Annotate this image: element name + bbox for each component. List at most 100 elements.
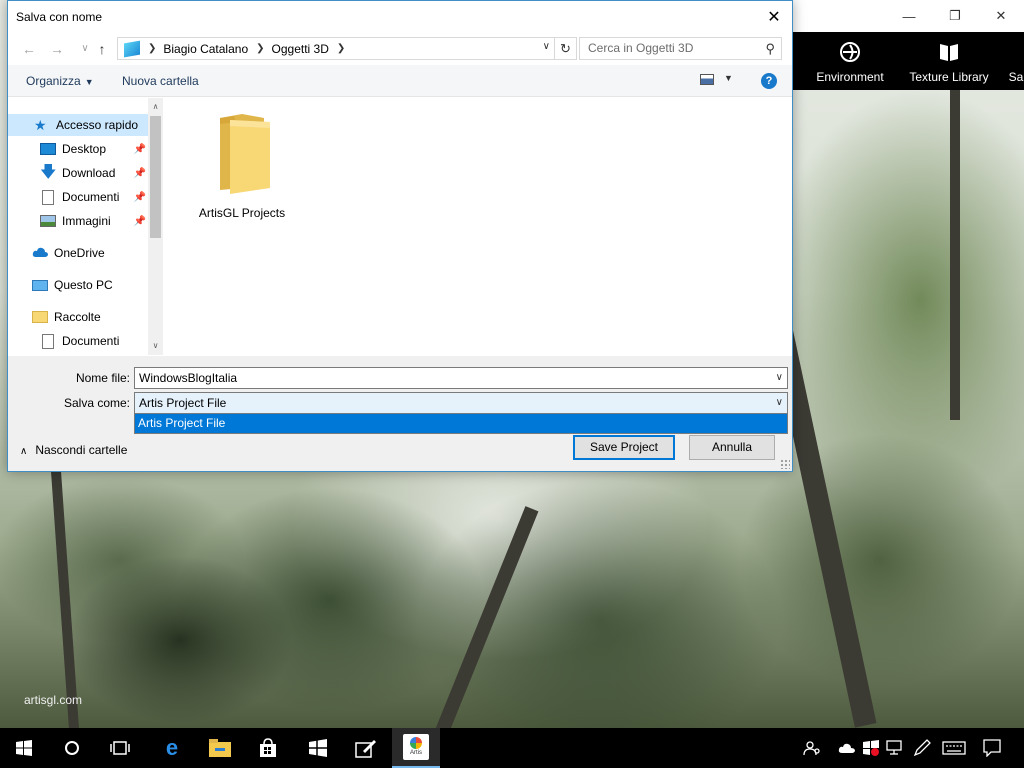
windows-tile-icon[interactable] (294, 728, 342, 768)
document-icon (42, 189, 54, 205)
image-icon (40, 215, 56, 227)
new-folder-button[interactable]: Nuova cartella (122, 74, 199, 88)
pen-note-icon[interactable] (342, 728, 390, 768)
texture-library-icon (902, 40, 996, 70)
nav-label: Immagini (62, 214, 111, 228)
nav-item-collections[interactable]: Raccolte (8, 306, 148, 328)
texture-library-label: Texture Library (909, 70, 989, 84)
nav-item-this-pc[interactable]: Questo PC (8, 274, 148, 296)
file-list[interactable]: ArtisGL Projects (164, 98, 792, 355)
hide-folders-toggle[interactable]: ∧ Nascondi cartelle (20, 443, 127, 457)
keyboard-icon[interactable] (940, 728, 968, 768)
store-icon[interactable] (244, 728, 292, 768)
scroll-down-icon[interactable]: ∨ (148, 341, 163, 350)
file-explorer-icon[interactable] (196, 728, 244, 768)
app-title-bar: — ❐ ✕ (792, 0, 1024, 32)
nav-item-download[interactable]: 🡇 Download 📌 (8, 162, 148, 184)
nav-item-images[interactable]: Immagini 📌 (8, 210, 148, 232)
library-folder-icon (32, 311, 48, 323)
cancel-button[interactable]: Annulla (689, 435, 775, 460)
address-bar[interactable]: ❯ Biagio Catalano ❯ Oggetti 3D ❯ ∨ (117, 37, 555, 60)
pin-icon[interactable]: 📌 (134, 192, 146, 203)
nav-label: Documenti (62, 334, 120, 348)
download-arrow-icon: 🡇 (40, 164, 57, 181)
search-icon: ⚲ (765, 41, 775, 56)
caret-down-icon: ▼ (84, 77, 94, 87)
minimize-icon[interactable]: — (886, 0, 932, 32)
document-icon (42, 333, 54, 349)
windows-start-icon[interactable] (0, 728, 48, 768)
nav-item-collections-documents[interactable]: Documenti (8, 330, 148, 352)
refresh-icon[interactable]: ↻ (555, 37, 577, 60)
folder-item[interactable]: ArtisGL Projects (192, 110, 292, 220)
pin-icon[interactable]: 📌 (134, 144, 146, 155)
watermark-text: artisgl.com (24, 693, 83, 707)
edge-icon[interactable]: e (148, 728, 196, 768)
nav-item-onedrive[interactable]: OneDrive (8, 242, 148, 264)
search-placeholder: Cerca in Oggetti 3D (588, 41, 694, 55)
chevron-right-icon: ❯ (336, 43, 346, 54)
dialog-title-bar[interactable]: Salva con nome ✕ (8, 1, 792, 32)
view-mode-icon[interactable] (700, 74, 714, 85)
chevron-down-icon[interactable]: ∨ (776, 393, 783, 413)
nav-item-quick-access[interactable]: ★ Accesso rapido (8, 114, 148, 136)
organize-label: Organizza (26, 74, 81, 88)
save-dialog: Salva con nome ✕ ← → ∨ ↑ ❯ Biagio Catala… (7, 0, 793, 472)
back-arrow-icon[interactable]: ← (18, 38, 40, 60)
pen-workspace-icon[interactable] (910, 728, 934, 768)
nav-scrollbar[interactable]: ∧ ∨ (148, 98, 163, 355)
environment-icon (808, 40, 892, 70)
task-view-icon[interactable] (96, 728, 144, 768)
folder-icon (214, 110, 270, 194)
savetype-label: Salva come: (63, 396, 130, 410)
desktop-icon (40, 143, 56, 155)
star-icon: ★ (34, 117, 47, 133)
restore-icon[interactable]: ❐ (932, 0, 978, 32)
up-arrow-icon[interactable]: ↑ (91, 38, 113, 60)
environment-button[interactable]: Environment (808, 32, 892, 90)
organize-button[interactable]: Organizza ▼ (26, 74, 94, 88)
artis-app-icon[interactable]: Artis (392, 728, 440, 768)
resize-grip[interactable] (780, 459, 790, 469)
app-toolbar: Environment Texture Library Sa (792, 32, 1024, 90)
breadcrumb-folder[interactable]: Oggetti 3D (272, 42, 329, 56)
nav-label: Desktop (62, 142, 107, 156)
help-icon[interactable]: ? (761, 73, 777, 89)
taskbar: e Artis (0, 728, 1024, 768)
dialog-title: Salva con nome (16, 9, 103, 24)
hide-folders-label: Nascondi cartelle (35, 443, 128, 457)
scroll-up-icon[interactable]: ∧ (148, 102, 163, 111)
search-circle-icon[interactable] (48, 728, 96, 768)
network-icon[interactable] (884, 728, 906, 768)
nav-item-documents[interactable]: Documenti 📌 (8, 186, 148, 208)
onedrive-cloud-icon[interactable] (836, 728, 858, 768)
navigation-pane: ★ Accesso rapido Desktop 📌 🡇 Download 📌 … (8, 98, 163, 355)
nav-label: OneDrive (54, 246, 105, 260)
savetype-option[interactable]: Artis Project File (134, 414, 788, 434)
scroll-thumb[interactable] (150, 116, 161, 238)
close-app-icon[interactable]: ✕ (978, 0, 1024, 32)
action-center-icon[interactable] (978, 728, 1006, 768)
onedrive-cloud-icon (32, 246, 48, 260)
3d-objects-icon (124, 40, 140, 57)
pin-icon[interactable]: 📌 (134, 168, 146, 179)
chevron-up-icon: ∧ (20, 446, 28, 457)
nav-item-desktop[interactable]: Desktop 📌 (8, 138, 148, 160)
defender-icon[interactable] (860, 728, 882, 768)
view-dropdown-icon[interactable]: ▼ (724, 73, 733, 83)
artis-logo: Artis (403, 734, 429, 760)
chevron-down-icon[interactable]: ∨ (543, 41, 550, 52)
filename-input[interactable]: WindowsBlogItalia ∨ (134, 367, 788, 389)
texture-library-button[interactable]: Texture Library (902, 32, 996, 90)
toolbar-item-partial[interactable]: Sa (1008, 32, 1024, 90)
nav-label: Accesso rapido (56, 118, 139, 132)
save-project-button[interactable]: Save Project (573, 435, 675, 460)
people-icon[interactable] (800, 728, 824, 768)
dialog-close-icon[interactable]: ✕ (756, 1, 792, 32)
breadcrumb-user[interactable]: Biagio Catalano (163, 42, 248, 56)
pin-icon[interactable]: 📌 (134, 216, 146, 227)
forward-arrow-icon[interactable]: → (46, 38, 68, 60)
search-input[interactable]: Cerca in Oggetti 3D ⚲ (579, 37, 782, 60)
chevron-down-icon[interactable]: ∨ (776, 368, 783, 388)
savetype-select[interactable]: Artis Project File ∨ (134, 392, 788, 414)
